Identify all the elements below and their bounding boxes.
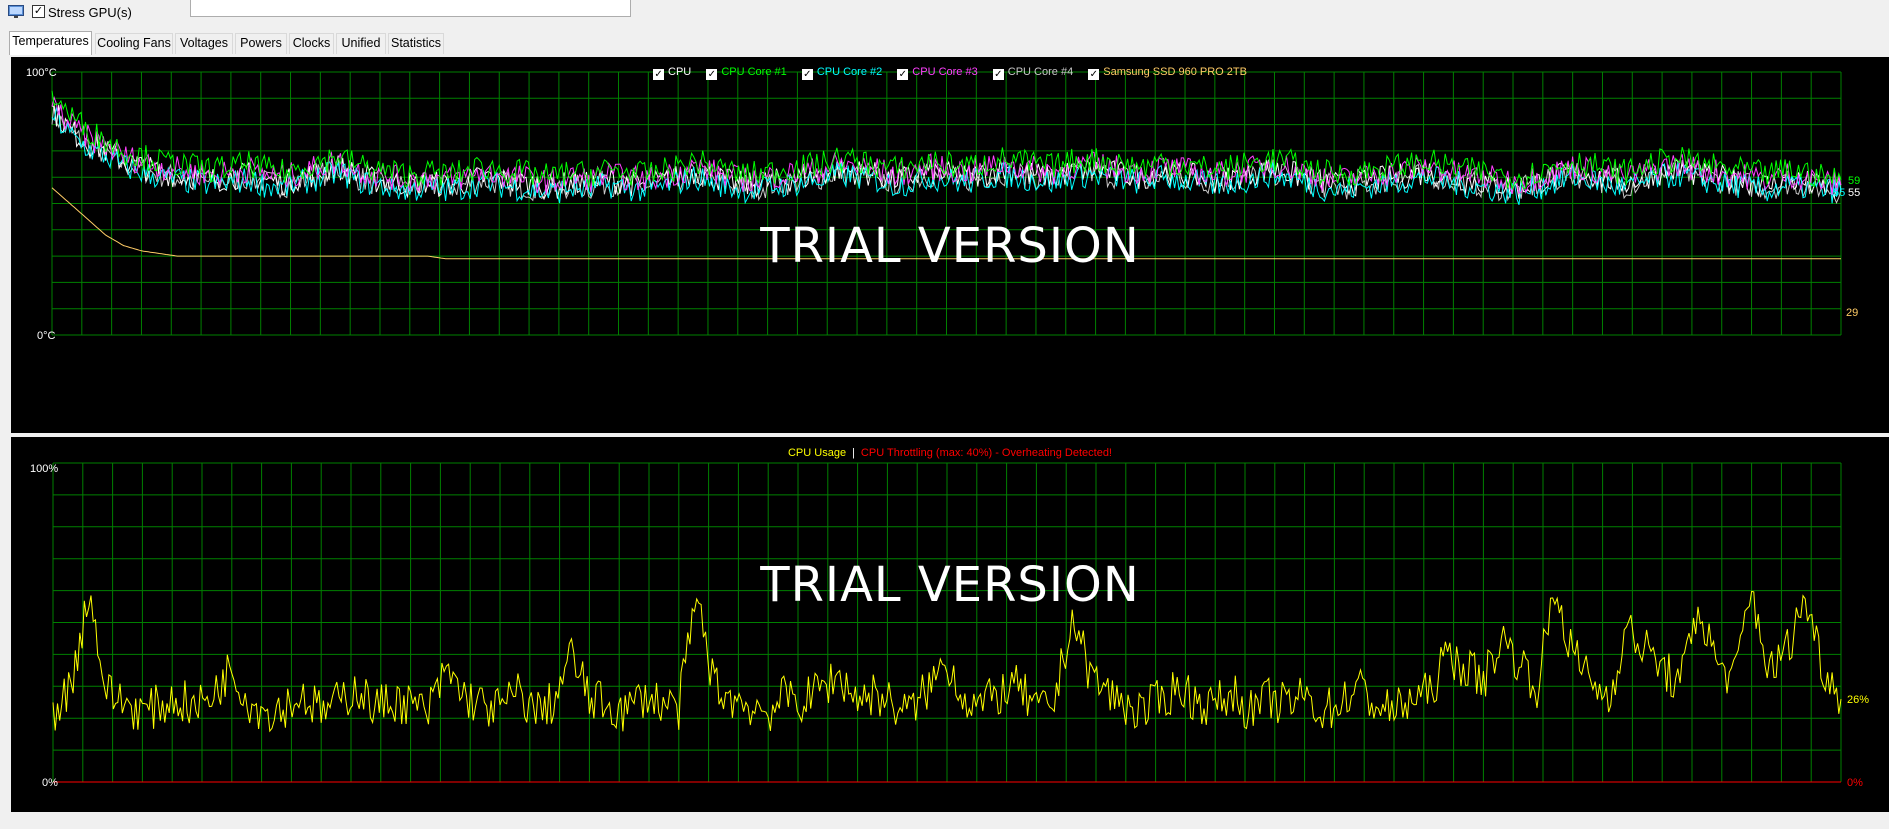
legend-label: CPU Core #1 [721,66,787,78]
trial-watermark: TRIAL VERSION [760,557,1140,613]
selection-field[interactable] [190,0,631,17]
y-axis-top-label: 100°C [26,67,57,79]
monitor-icon [8,5,24,18]
y-axis-bottom-label: 0% [42,777,58,789]
y-axis-top-label: 100% [30,463,59,475]
tab-powers[interactable]: Powers [235,33,287,54]
legend-checkbox[interactable]: ✓ [992,69,1004,80]
end-value-throttling: 0% [1847,777,1863,789]
tab-clocks[interactable]: Clocks [289,33,334,54]
legend-label: Samsung SSD 960 PRO 2TB [1103,66,1247,78]
end-value-core1: 59 [1848,175,1861,187]
tab-cooling-fans[interactable]: Cooling Fans [95,33,173,54]
legend-label: CPU [668,66,692,78]
legend-checkbox[interactable]: ✓ [801,69,813,80]
legend-separator: | [852,447,855,459]
tab-temperatures[interactable]: Temperatures [9,31,92,55]
end-value-usage: 26% [1847,694,1870,706]
tab-statistics[interactable]: Statistics [388,33,444,54]
stress-gpu-checkbox[interactable]: ✓ [32,5,45,18]
chart-grid [51,71,1842,336]
legend-item-core2[interactable]: ✓ CPU Core #2 [801,66,883,80]
cpu-usage-chart [52,462,1842,783]
chart-grid [52,462,1842,783]
stress-gpu-label: Stress GPU(s) [48,5,132,20]
top-toolbar: ✓ Stress GPU(s) [0,0,1889,24]
end-value-cpu: 55 [1848,187,1861,199]
cpu-usage-chart-panel: CPU Usage | CPU Throttling (max: 40%) - Ov… [11,437,1889,812]
legend-cpu-throttling: CPU Throttling (max: 40%) - Overheating … [860,447,1112,459]
temperature-legend: ✓ CPU ✓ CPU Core #1 ✓ CPU Core #2 ✓ CPU Core… [11,66,1889,80]
end-value-ssd: 29 [1846,307,1859,319]
legend-item-core1[interactable]: ✓ CPU Core #1 [706,66,787,80]
cpu-legend: CPU Usage | CPU Throttling (max: 40%) - Ov… [11,447,1889,459]
legend-label: CPU Core #4 [1007,66,1074,78]
legend-checkbox[interactable]: ✓ [897,69,909,80]
end-value-core2: 55 [1833,187,1846,199]
legend-label: CPU Core #3 [912,66,978,78]
legend-label: CPU Core #2 [816,66,883,78]
y-axis-bottom-label: 0°C [37,330,56,342]
legend-item-ssd[interactable]: ✓ Samsung SSD 960 PRO 2TB [1088,66,1247,80]
legend-item-cpu[interactable]: ✓ CPU [653,66,691,80]
legend-item-core4[interactable]: ✓ CPU Core #4 [992,66,1074,80]
legend-item-core3[interactable]: ✓ CPU Core #3 [897,66,978,80]
tab-voltages[interactable]: Voltages [175,33,233,54]
tab-unified[interactable]: Unified [336,33,386,54]
legend-cpu-usage: CPU Usage [787,447,847,459]
temperature-chart-panel: ✓ CPU ✓ CPU Core #1 ✓ CPU Core #2 ✓ CPU Core… [11,57,1889,433]
legend-checkbox[interactable]: ✓ [653,69,665,80]
trial-watermark: TRIAL VERSION [760,218,1140,274]
legend-checkbox[interactable]: ✓ [1088,69,1100,80]
legend-checkbox[interactable]: ✓ [706,69,718,80]
